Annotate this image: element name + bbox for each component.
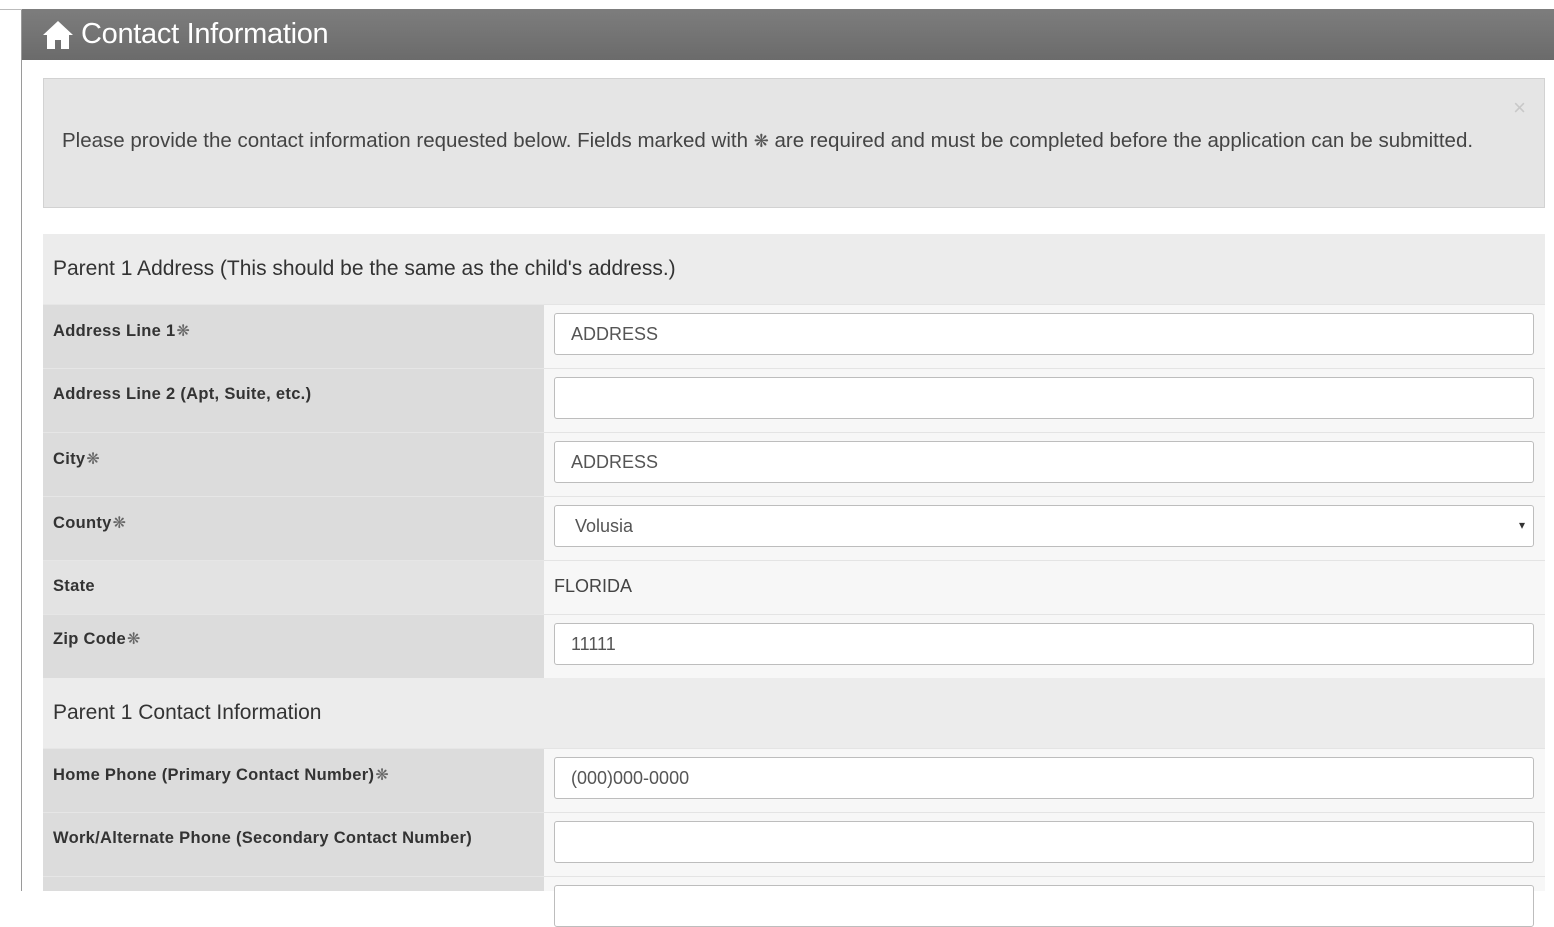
next-field-input[interactable] [554,885,1534,927]
work-phone-label: Work/Alternate Phone (Secondary Contact … [53,829,473,847]
page-border-left [21,10,22,891]
section-heading-parent1-address: Parent 1 Address (This should be the sam… [43,234,1545,304]
form-row-address2: Address Line 2 (Apt, Suite, etc.) [43,368,1545,432]
form-row-next [43,876,1545,927]
home-icon[interactable] [42,19,74,51]
zip-code-input[interactable] [554,623,1534,665]
alert-close-button[interactable]: × [1513,95,1526,121]
section-heading-parent1-contact: Parent 1 Contact Information [43,678,1545,748]
home-phone-input[interactable] [554,757,1534,799]
home-phone-label: Home Phone (Primary Contact Number)❋ [53,766,390,784]
form-row-work-phone: Work/Alternate Phone (Secondary Contact … [43,812,1545,876]
page-border-top [0,9,22,10]
required-star-icon: ❋ [126,631,141,648]
form-row-state: State FLORIDA [43,560,1545,614]
form-row-address1: Address Line 1❋ [43,304,1545,368]
form-row-city: City❋ [43,432,1545,496]
required-star-icon: ❋ [86,451,101,468]
required-star-icon: ❋ [112,515,127,532]
city-input[interactable] [554,441,1534,483]
chevron-down-icon[interactable]: ▾ [1519,518,1525,532]
info-alert: × Please provide the contact information… [43,78,1545,208]
address-line-2-input[interactable] [554,377,1534,419]
form-row-home-phone: Home Phone (Primary Contact Number)❋ [43,748,1545,812]
address1-label: Address Line 1❋ [53,322,191,340]
zip-label: Zip Code❋ [53,630,141,648]
address2-label: Address Line 2 (Apt, Suite, etc.) [53,385,312,403]
alert-text-before: Please provide the contact information r… [62,129,748,152]
page-title: Contact Information [81,18,329,50]
page-header: Contact Information [22,9,1554,60]
form-row-zip: Zip Code❋ [43,614,1545,678]
required-star-icon: ❋ [375,767,390,784]
required-star-icon: ❋ [753,131,769,151]
alert-message: Please provide the contact information r… [62,128,1502,154]
county-select[interactable]: Volusia ▾ [554,505,1534,547]
work-phone-input[interactable] [554,821,1534,863]
state-value: FLORIDA [554,576,633,596]
county-selected-value: Volusia [575,515,634,536]
required-star-icon: ❋ [176,323,191,340]
address-line-1-input[interactable] [554,313,1534,355]
form-row-county: County❋ Volusia ▾ [43,496,1545,560]
city-label: City❋ [53,450,101,468]
alert-text-after: are required and must be completed befor… [774,129,1474,152]
county-label: County❋ [53,514,127,532]
state-label: State [53,577,95,595]
